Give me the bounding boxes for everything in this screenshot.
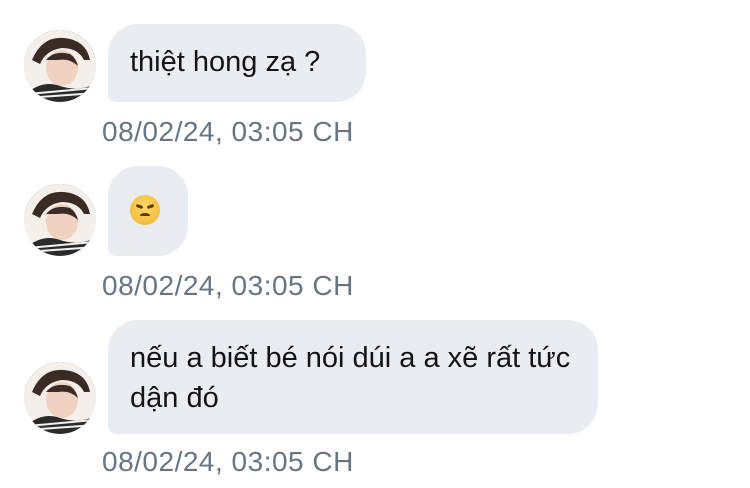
angry-face-emoji-icon	[130, 195, 160, 226]
message-bubble[interactable]	[108, 166, 188, 256]
avatar[interactable]	[24, 362, 96, 434]
message-text: nếu a biết bé nói dúi a a xẽ rất tức dận…	[130, 342, 571, 414]
avatar-photo	[24, 184, 96, 256]
avatar-photo	[24, 362, 96, 434]
message-timestamp: 08/02/24, 03:05 CH	[102, 446, 354, 477]
message-text: thiệt hong zạ ?	[130, 46, 321, 78]
message-bubble[interactable]: thiệt hong zạ ?	[108, 24, 366, 102]
message-bubble[interactable]: nếu a biết bé nói dúi a a xẽ rất tức dận…	[108, 320, 598, 434]
chat-thread: thiệt hong zạ ? 08/02/24, 03:05 CH 08/02…	[0, 0, 750, 488]
avatar-photo	[24, 30, 96, 102]
message-timestamp: 08/02/24, 03:05 CH	[102, 270, 354, 301]
message-timestamp: 08/02/24, 03:05 CH	[102, 116, 354, 147]
avatar[interactable]	[24, 30, 96, 102]
avatar[interactable]	[24, 184, 96, 256]
